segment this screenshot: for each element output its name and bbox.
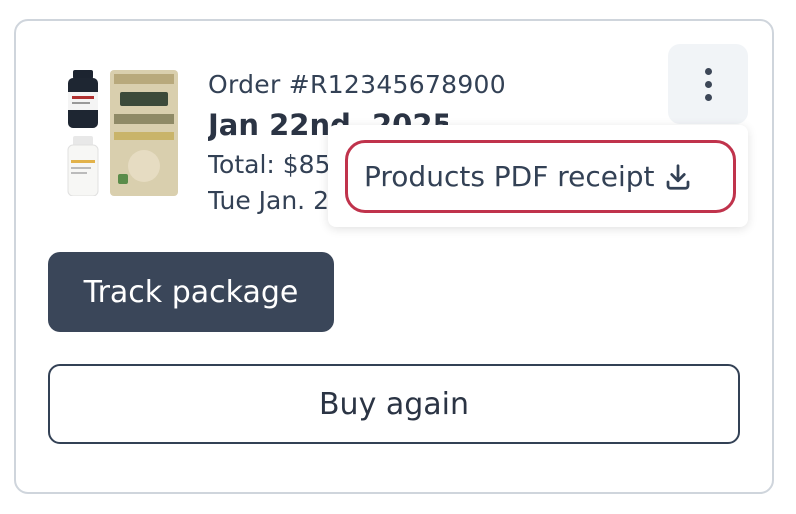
order-number: Order #R12345678900: [208, 70, 506, 99]
kebab-dot-icon: [704, 80, 712, 88]
options-dropdown-menu: Products PDF receipt: [328, 125, 748, 227]
product-image-white-bottle: [67, 136, 99, 196]
product-image-supplement-bottle: [68, 70, 98, 128]
track-package-button[interactable]: Track package: [48, 252, 334, 332]
menu-item-products-pdf-receipt[interactable]: Products PDF receipt: [345, 140, 736, 213]
kebab-dot-icon: [704, 93, 712, 101]
menu-item-label: Products PDF receipt: [364, 160, 655, 193]
kebab-dot-icon: [704, 67, 712, 75]
more-options-button[interactable]: [668, 44, 748, 124]
order-ship-date: Tue Jan. 2: [208, 186, 329, 215]
product-image-pouch: [110, 70, 178, 196]
order-total: Total: $85: [208, 150, 331, 179]
product-thumbnails: [62, 70, 180, 196]
buy-again-button[interactable]: Buy again: [48, 364, 740, 444]
download-icon: [666, 163, 689, 190]
